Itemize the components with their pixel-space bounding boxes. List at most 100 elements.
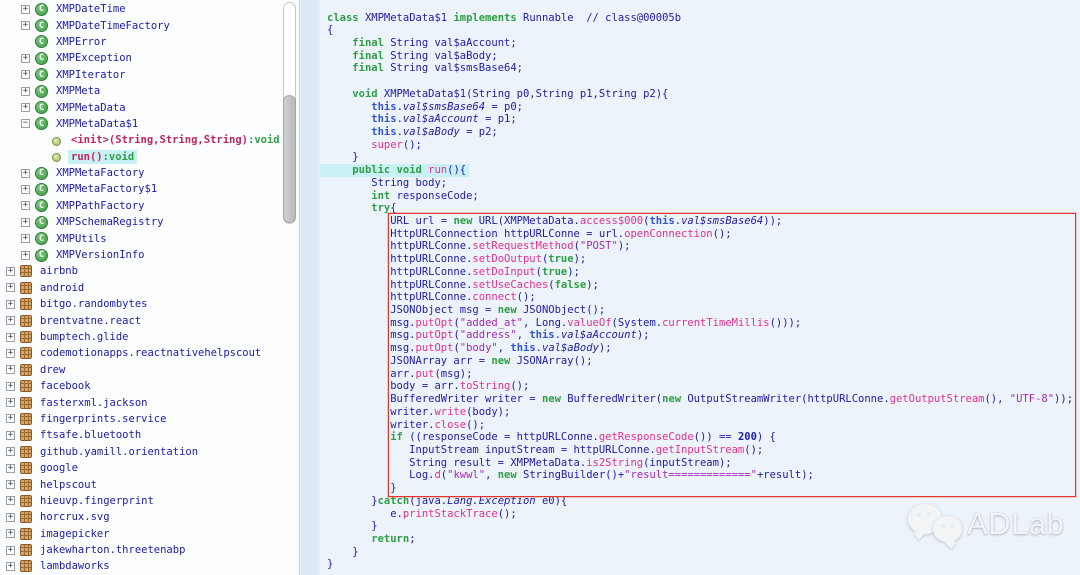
package-icon	[20, 315, 32, 327]
tree-item[interactable]: +imagepicker	[0, 526, 299, 542]
expand-toggle-icon[interactable]: +	[6, 513, 15, 522]
tree-item[interactable]: +drew	[0, 362, 299, 378]
class-icon: C	[35, 3, 48, 16]
expand-toggle-icon[interactable]: +	[21, 201, 30, 210]
tree-item-label: XMPSchemaRegistry	[53, 215, 166, 229]
tree-item-label: ftsafe.bluetooth	[37, 428, 144, 442]
tree-item[interactable]: +google	[0, 460, 299, 476]
expand-toggle-icon[interactable]: +	[6, 300, 15, 309]
code-line: final String val$smsBase64;	[327, 62, 1080, 75]
package-icon	[20, 528, 32, 540]
tree-item[interactable]: +fingerprints.service	[0, 411, 299, 427]
tree-item[interactable]: +bitgo.randombytes	[0, 296, 299, 312]
code-line: }	[327, 558, 1080, 571]
expand-toggle-icon[interactable]: +	[6, 316, 15, 325]
tree-item[interactable]: + hieuvp.fingerprint	[0, 493, 299, 509]
code-line: httpURLConne.connect();	[327, 291, 1080, 304]
tree-item[interactable]: +horcrux.svg	[0, 509, 299, 525]
code-line: InputStream inputStream = httpURLConne.g…	[327, 444, 1080, 457]
tree-item[interactable]: +CXMPDateTimeFactory	[0, 17, 299, 33]
tree-item[interactable]: +CXMPMetaFactory	[0, 165, 299, 181]
tree-item[interactable]: +CXMPIterator	[0, 67, 299, 83]
tree-item-label: airbnb	[37, 264, 81, 278]
code-line: {	[327, 24, 1080, 37]
panel-divider[interactable]	[301, 0, 320, 575]
tree-item-label: github.yamill.orientation	[37, 445, 201, 459]
expand-toggle-icon[interactable]: +	[6, 480, 15, 489]
expand-toggle-icon[interactable]: +	[21, 103, 30, 112]
tree-item[interactable]: +facebook	[0, 378, 299, 394]
expand-toggle-icon[interactable]: +	[21, 5, 30, 14]
tree-item[interactable]: +fasterxml.jackson	[0, 394, 299, 410]
expand-toggle-icon[interactable]: +	[21, 234, 30, 243]
collapse-toggle-icon[interactable]: −	[21, 119, 30, 128]
tree-item[interactable]: +CXMPPathFactory	[0, 198, 299, 214]
expand-toggle-icon[interactable]: +	[6, 546, 15, 555]
expand-toggle-icon[interactable]: +	[6, 365, 15, 374]
watermark-label: ADLab	[967, 506, 1064, 542]
tree-item[interactable]: +android	[0, 280, 299, 296]
tree-scrollbar-thumb[interactable]	[283, 95, 296, 223]
tree-item[interactable]: +codemotionapps.reactnativehelpscout	[0, 345, 299, 361]
tree-item[interactable]: +brentvatne.react	[0, 312, 299, 328]
tree-item[interactable]: + github.yamill.orientation	[0, 444, 299, 460]
expand-toggle-icon[interactable]: +	[6, 464, 15, 473]
code-line: int responseCode;	[327, 190, 1080, 203]
package-icon	[20, 364, 32, 376]
expand-toggle-icon[interactable]: +	[6, 267, 15, 276]
code-view[interactable]: class XMPMetaData$1 implements Runnable …	[320, 0, 1080, 575]
tree-item[interactable]: +CXMPMetaData	[0, 99, 299, 115]
tree-item[interactable]: +CXMPError	[0, 34, 299, 50]
expand-toggle-icon[interactable]: +	[21, 70, 30, 79]
tree-item[interactable]: +CXMPMetaFactory$1	[0, 181, 299, 197]
expand-toggle-icon[interactable]: +	[21, 185, 30, 194]
expand-toggle-icon[interactable]: +	[6, 398, 15, 407]
expand-toggle-icon[interactable]: +	[6, 333, 15, 342]
tree-item[interactable]: +CXMPUtils	[0, 230, 299, 246]
tree-item[interactable]: +CXMPMeta	[0, 83, 299, 99]
expand-toggle-icon[interactable]: +	[6, 447, 15, 456]
tree-item[interactable]: + airbnb	[0, 263, 299, 279]
expand-toggle-icon[interactable]: +	[21, 87, 30, 96]
package-icon	[20, 380, 32, 392]
tree-item[interactable]: +jakewharton.threetenabp	[0, 542, 299, 558]
expand-toggle-icon[interactable]: +	[21, 54, 30, 63]
expand-toggle-icon[interactable]: +	[21, 218, 30, 227]
expand-toggle-icon[interactable]: +	[6, 382, 15, 391]
tree-item[interactable]: −CXMPMetaData$1	[0, 116, 299, 132]
code-line: msg.putOpt("body", this.val$aBody);	[327, 342, 1080, 355]
tree-method-item[interactable]: +<init>(String,String,String):void	[0, 132, 299, 148]
tree-item[interactable]: +bumptech.glide	[0, 329, 299, 345]
tree-item[interactable]: +CXMPVersionInfo	[0, 247, 299, 263]
expand-toggle-icon[interactable]: +	[21, 251, 30, 260]
tree-item[interactable]: +CXMPException	[0, 50, 299, 66]
tree-item-label: XMPError	[53, 35, 110, 49]
tree-item[interactable]: +CXMPSchemaRegistry	[0, 214, 299, 230]
expand-toggle-icon[interactable]: +	[6, 562, 15, 571]
code-line: URL url = new URL(XMPMetaData.access$000…	[327, 215, 1080, 228]
code-line: public void run(){	[320, 164, 469, 177]
class-tree[interactable]: +CXMPDateTime+CXMPDateTimeFactory+CXMPEr…	[0, 0, 300, 575]
expand-toggle-icon[interactable]: +	[6, 414, 15, 423]
expand-toggle-icon[interactable]: +	[6, 496, 15, 505]
tree-item[interactable]: + ftsafe.bluetooth	[0, 427, 299, 443]
code-line: super();	[327, 139, 1080, 152]
expand-toggle-icon[interactable]: +	[6, 431, 15, 440]
tree-item-label: XMPMetaFactory$1	[53, 182, 160, 196]
tree-item[interactable]: +helpscout	[0, 476, 299, 492]
expand-toggle-icon[interactable]: +	[6, 529, 15, 538]
tree-item-label: XMPException	[53, 51, 135, 65]
code-line: HttpURLConnection httpURLConne = url.ope…	[327, 228, 1080, 241]
package-icon	[20, 462, 32, 474]
tree-method-item[interactable]: +run():void	[0, 149, 299, 165]
method-icon	[52, 153, 61, 162]
code-line: final String val$aAccount;	[327, 37, 1080, 50]
expand-toggle-icon[interactable]: +	[21, 169, 30, 178]
expand-toggle-icon[interactable]: +	[6, 283, 15, 292]
tree-item-label: lambdaworks	[37, 559, 113, 573]
expand-toggle-icon[interactable]: +	[21, 21, 30, 30]
tree-item[interactable]: + lambdaworks	[0, 558, 299, 574]
tree-item-label: hieuvp.fingerprint	[37, 494, 157, 508]
tree-item[interactable]: +CXMPDateTime	[0, 1, 299, 17]
expand-toggle-icon[interactable]: +	[6, 349, 15, 358]
